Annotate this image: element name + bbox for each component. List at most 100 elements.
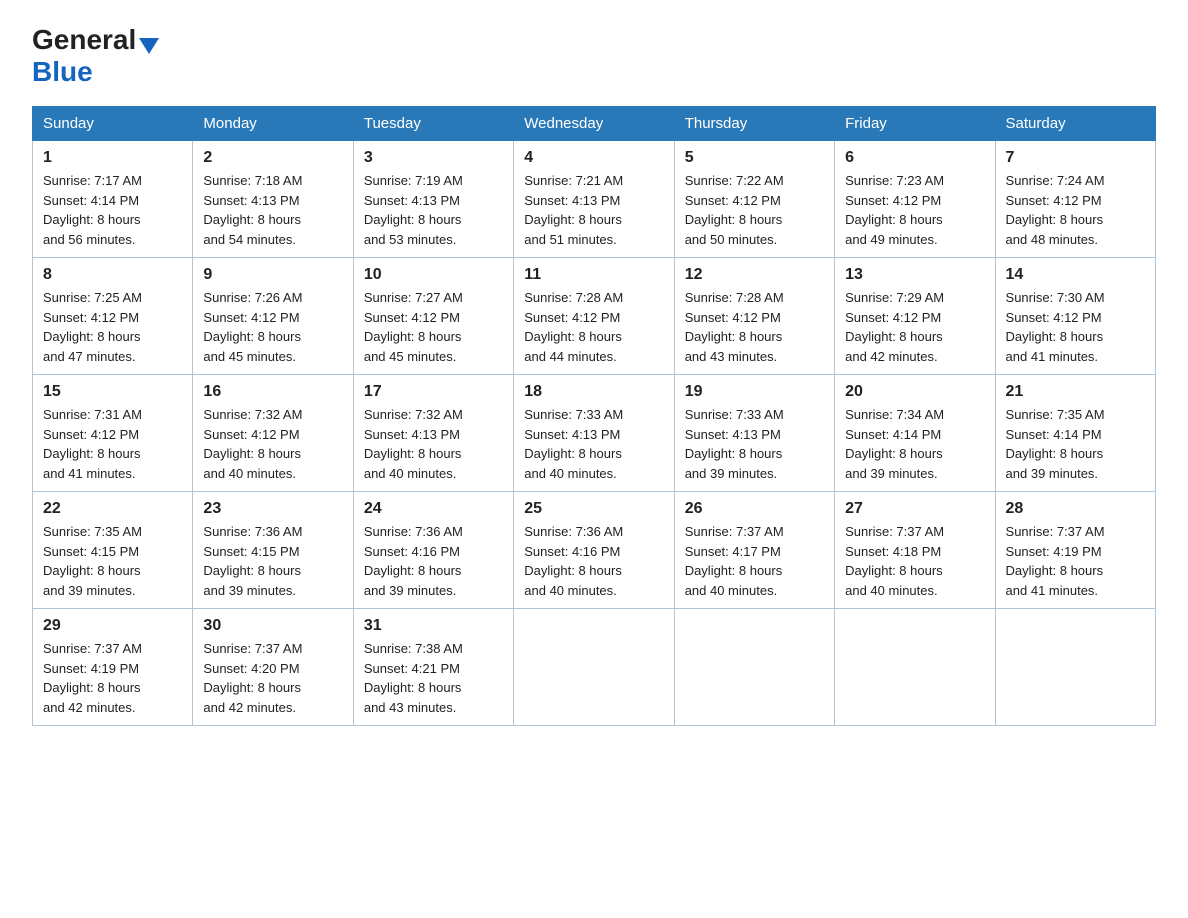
calendar-cell	[835, 609, 995, 726]
calendar-cell	[995, 609, 1155, 726]
day-info: Sunrise: 7:28 AMSunset: 4:12 PMDaylight:…	[685, 290, 784, 364]
day-number: 16	[203, 383, 342, 401]
day-number: 4	[524, 149, 663, 167]
day-info: Sunrise: 7:21 AMSunset: 4:13 PMDaylight:…	[524, 173, 623, 247]
calendar-cell: 15Sunrise: 7:31 AMSunset: 4:12 PMDayligh…	[33, 375, 193, 492]
calendar-cell: 1 Sunrise: 7:17 AMSunset: 4:14 PMDaylight…	[33, 141, 193, 258]
calendar-cell: 18 Sunrise: 7:33 AMSunset: 4:13 PMDayligh…	[514, 375, 674, 492]
day-info: Sunrise: 7:37 AMSunset: 4:20 PMDaylight:…	[203, 641, 302, 715]
day-info: Sunrise: 7:24 AMSunset: 4:12 PMDaylight:…	[1006, 173, 1105, 247]
day-number: 27	[845, 500, 984, 518]
calendar-cell: 14Sunrise: 7:30 AMSunset: 4:12 PMDayligh…	[995, 258, 1155, 375]
calendar-cell: 5 Sunrise: 7:22 AMSunset: 4:12 PMDaylight…	[674, 141, 834, 258]
day-number: 25	[524, 500, 663, 518]
day-info: Sunrise: 7:34 AMSunset: 4:14 PMDaylight:…	[845, 407, 944, 481]
day-number: 9	[203, 266, 342, 284]
day-number: 17	[364, 383, 503, 401]
day-number: 12	[685, 266, 824, 284]
header-wednesday: Wednesday	[514, 107, 674, 141]
logo-general-text: General	[32, 24, 136, 56]
day-info: Sunrise: 7:29 AMSunset: 4:12 PMDaylight:…	[845, 290, 944, 364]
logo-triangle-icon	[139, 38, 159, 54]
day-number: 28	[1006, 500, 1145, 518]
day-number: 14	[1006, 266, 1145, 284]
day-number: 19	[685, 383, 824, 401]
calendar-cell: 16 Sunrise: 7:32 AMSunset: 4:12 PMDayligh…	[193, 375, 353, 492]
calendar-cell: 2 Sunrise: 7:18 AMSunset: 4:13 PMDaylight…	[193, 141, 353, 258]
day-info: Sunrise: 7:37 AMSunset: 4:19 PMDaylight:…	[43, 641, 142, 715]
calendar-week-row: 15Sunrise: 7:31 AMSunset: 4:12 PMDayligh…	[33, 375, 1156, 492]
calendar-cell: 31 Sunrise: 7:38 AMSunset: 4:21 PMDayligh…	[353, 609, 513, 726]
day-info: Sunrise: 7:36 AMSunset: 4:15 PMDaylight:…	[203, 524, 302, 598]
day-number: 7	[1006, 149, 1145, 167]
day-number: 22	[43, 500, 182, 518]
day-number: 11	[524, 266, 663, 284]
calendar-cell: 19Sunrise: 7:33 AMSunset: 4:13 PMDayligh…	[674, 375, 834, 492]
calendar-cell: 23 Sunrise: 7:36 AMSunset: 4:15 PMDayligh…	[193, 492, 353, 609]
day-info: Sunrise: 7:32 AMSunset: 4:12 PMDaylight:…	[203, 407, 302, 481]
calendar-header-row: SundayMondayTuesdayWednesdayThursdayFrid…	[33, 107, 1156, 141]
day-number: 23	[203, 500, 342, 518]
header-tuesday: Tuesday	[353, 107, 513, 141]
day-number: 5	[685, 149, 824, 167]
day-number: 13	[845, 266, 984, 284]
calendar-cell: 24 Sunrise: 7:36 AMSunset: 4:16 PMDayligh…	[353, 492, 513, 609]
header-sunday: Sunday	[33, 107, 193, 141]
day-number: 1	[43, 149, 182, 167]
calendar-cell: 22 Sunrise: 7:35 AMSunset: 4:15 PMDayligh…	[33, 492, 193, 609]
day-number: 29	[43, 617, 182, 635]
calendar-week-row: 29 Sunrise: 7:37 AMSunset: 4:19 PMDayligh…	[33, 609, 1156, 726]
header-monday: Monday	[193, 107, 353, 141]
day-info: Sunrise: 7:27 AMSunset: 4:12 PMDaylight:…	[364, 290, 463, 364]
day-info: Sunrise: 7:32 AMSunset: 4:13 PMDaylight:…	[364, 407, 463, 481]
calendar-cell: 6 Sunrise: 7:23 AMSunset: 4:12 PMDaylight…	[835, 141, 995, 258]
day-number: 31	[364, 617, 503, 635]
header-thursday: Thursday	[674, 107, 834, 141]
day-info: Sunrise: 7:19 AMSunset: 4:13 PMDaylight:…	[364, 173, 463, 247]
logo: General Blue	[32, 24, 159, 88]
day-info: Sunrise: 7:35 AMSunset: 4:15 PMDaylight:…	[43, 524, 142, 598]
calendar-cell	[514, 609, 674, 726]
calendar-week-row: 1 Sunrise: 7:17 AMSunset: 4:14 PMDaylight…	[33, 141, 1156, 258]
day-number: 2	[203, 149, 342, 167]
calendar-cell: 4 Sunrise: 7:21 AMSunset: 4:13 PMDaylight…	[514, 141, 674, 258]
calendar-cell: 26 Sunrise: 7:37 AMSunset: 4:17 PMDayligh…	[674, 492, 834, 609]
calendar-week-row: 22 Sunrise: 7:35 AMSunset: 4:15 PMDayligh…	[33, 492, 1156, 609]
day-number: 30	[203, 617, 342, 635]
calendar-cell: 7 Sunrise: 7:24 AMSunset: 4:12 PMDaylight…	[995, 141, 1155, 258]
calendar-cell	[674, 609, 834, 726]
calendar-cell: 29 Sunrise: 7:37 AMSunset: 4:19 PMDayligh…	[33, 609, 193, 726]
calendar-table: SundayMondayTuesdayWednesdayThursdayFrid…	[32, 106, 1156, 726]
calendar-cell: 20 Sunrise: 7:34 AMSunset: 4:14 PMDayligh…	[835, 375, 995, 492]
header-friday: Friday	[835, 107, 995, 141]
calendar-cell: 13 Sunrise: 7:29 AMSunset: 4:12 PMDayligh…	[835, 258, 995, 375]
calendar-cell: 3Sunrise: 7:19 AMSunset: 4:13 PMDaylight…	[353, 141, 513, 258]
calendar-week-row: 8Sunrise: 7:25 AMSunset: 4:12 PMDaylight…	[33, 258, 1156, 375]
day-info: Sunrise: 7:22 AMSunset: 4:12 PMDaylight:…	[685, 173, 784, 247]
day-info: Sunrise: 7:33 AMSunset: 4:13 PMDaylight:…	[524, 407, 623, 481]
day-info: Sunrise: 7:37 AMSunset: 4:17 PMDaylight:…	[685, 524, 784, 598]
calendar-cell: 12 Sunrise: 7:28 AMSunset: 4:12 PMDayligh…	[674, 258, 834, 375]
day-info: Sunrise: 7:31 AMSunset: 4:12 PMDaylight:…	[43, 407, 142, 481]
header-saturday: Saturday	[995, 107, 1155, 141]
day-info: Sunrise: 7:28 AMSunset: 4:12 PMDaylight:…	[524, 290, 623, 364]
calendar-cell: 10Sunrise: 7:27 AMSunset: 4:12 PMDayligh…	[353, 258, 513, 375]
day-number: 24	[364, 500, 503, 518]
day-number: 6	[845, 149, 984, 167]
day-number: 8	[43, 266, 182, 284]
day-info: Sunrise: 7:18 AMSunset: 4:13 PMDaylight:…	[203, 173, 302, 247]
calendar-cell: 25 Sunrise: 7:36 AMSunset: 4:16 PMDayligh…	[514, 492, 674, 609]
day-number: 21	[1006, 383, 1145, 401]
day-info: Sunrise: 7:23 AMSunset: 4:12 PMDaylight:…	[845, 173, 944, 247]
day-info: Sunrise: 7:36 AMSunset: 4:16 PMDaylight:…	[524, 524, 623, 598]
day-number: 18	[524, 383, 663, 401]
day-info: Sunrise: 7:38 AMSunset: 4:21 PMDaylight:…	[364, 641, 463, 715]
calendar-cell: 27Sunrise: 7:37 AMSunset: 4:18 PMDayligh…	[835, 492, 995, 609]
day-info: Sunrise: 7:17 AMSunset: 4:14 PMDaylight:…	[43, 173, 142, 247]
day-number: 20	[845, 383, 984, 401]
day-info: Sunrise: 7:36 AMSunset: 4:16 PMDaylight:…	[364, 524, 463, 598]
calendar-cell: 9Sunrise: 7:26 AMSunset: 4:12 PMDaylight…	[193, 258, 353, 375]
page-header: General Blue	[32, 24, 1156, 88]
day-number: 26	[685, 500, 824, 518]
calendar-cell: 30 Sunrise: 7:37 AMSunset: 4:20 PMDayligh…	[193, 609, 353, 726]
